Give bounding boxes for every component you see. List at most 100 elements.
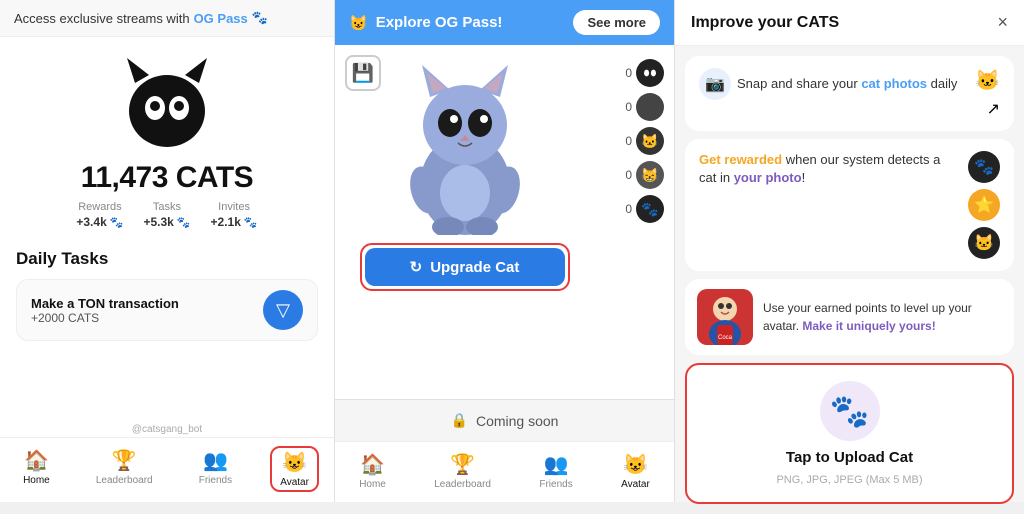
upgrade-btn-wrap: ↻ Upgrade Cat bbox=[360, 243, 570, 291]
rewarded-icons: 🐾 ⭐ 🐱 bbox=[968, 151, 1000, 259]
cat-item-3: 0 😸 bbox=[594, 161, 664, 189]
stat-invites-value: +2.1k 🐾 bbox=[211, 215, 258, 229]
cat-face-icon: 🐱 bbox=[975, 68, 1000, 93]
og-header-left: 😺 Explore OG Pass! bbox=[349, 14, 502, 32]
mid-friends-icon: 👥 bbox=[544, 452, 569, 477]
home-icon: 🏠 bbox=[24, 448, 49, 473]
mid-content: 💾 bbox=[335, 45, 674, 399]
mid-nav-friends-label: Friends bbox=[539, 479, 572, 490]
stat-invites: Invites +2.1k 🐾 bbox=[211, 201, 258, 229]
og-banner: Access exclusive streams with OG Pass 🐾 bbox=[0, 0, 334, 37]
mid-nav-leaderboard[interactable]: 🏆 Leaderboard bbox=[426, 450, 499, 492]
cat-main-section: 11,473 CATS Rewards +3.4k 🐾 Tasks +5.3k … bbox=[0, 37, 334, 237]
stat-rewards-label: Rewards bbox=[78, 201, 121, 213]
cat-item-count-2: 0 bbox=[625, 134, 632, 148]
close-button[interactable]: × bbox=[997, 12, 1008, 33]
coming-soon-text: Coming soon bbox=[476, 413, 559, 429]
get-rewarded-content: Get rewarded when our system detects a c… bbox=[699, 151, 958, 187]
snap-share-text: Snap and share your cat photos daily bbox=[737, 75, 965, 93]
cat-item-4: 0 🐾 bbox=[594, 195, 664, 223]
paw-upload-icon: 🐾 bbox=[830, 392, 870, 430]
task-reward: +2000 CATS bbox=[31, 311, 179, 325]
snap-share-content: 📷 Snap and share your cat photos daily bbox=[699, 68, 965, 100]
right-cards: 📷 Snap and share your cat photos daily 🐱… bbox=[675, 46, 1024, 514]
cat-item-count-0: 0 bbox=[625, 66, 632, 80]
rewards-icon: 🐾 bbox=[110, 216, 124, 229]
cat-item-icon-1 bbox=[636, 93, 664, 121]
og-header-title: Explore OG Pass! bbox=[376, 14, 503, 31]
og-header: 😺 Explore OG Pass! See more bbox=[335, 0, 674, 45]
stat-invites-label: Invites bbox=[218, 201, 250, 213]
stat-rewards: Rewards +3.4k 🐾 bbox=[76, 201, 123, 229]
nav-leaderboard[interactable]: 🏆 Leaderboard bbox=[88, 446, 161, 492]
upload-paw-icon: 🐾 bbox=[820, 381, 880, 441]
cats-count: 11,473 CATS bbox=[81, 161, 253, 195]
right-panel: Improve your CATS × 📷 Snap and share you… bbox=[675, 0, 1024, 502]
task-title: Make a TON transaction bbox=[31, 296, 179, 311]
get-rewarded-text: Get rewarded when our system detects a c… bbox=[699, 151, 958, 187]
cat-item-icon-0 bbox=[636, 59, 664, 87]
upload-subtitle: PNG, JPG, JPEG (Max 5 MB) bbox=[776, 474, 922, 486]
cat-items-list: 0 0 bbox=[594, 55, 664, 389]
avatar-icon: 😺 bbox=[282, 450, 307, 475]
task-card: Make a TON transaction +2000 CATS ▽ bbox=[16, 279, 318, 341]
daily-tasks-heading: Daily Tasks bbox=[0, 237, 334, 275]
cat-dark-icon: 🐱 bbox=[968, 227, 1000, 259]
invites-icon: 🐾 bbox=[244, 216, 258, 229]
mid-nav-leaderboard-label: Leaderboard bbox=[434, 479, 491, 490]
stats-row: Rewards +3.4k 🐾 Tasks +5.3k 🐾 Invites +2… bbox=[76, 201, 257, 229]
mid-nav-friends[interactable]: 👥 Friends bbox=[531, 450, 580, 492]
mid-home-icon: 🏠 bbox=[360, 452, 385, 477]
stat-tasks: Tasks +5.3k 🐾 bbox=[143, 201, 190, 229]
see-more-button[interactable]: See more bbox=[573, 10, 660, 35]
snap-share-card: 📷 Snap and share your cat photos daily 🐱… bbox=[685, 56, 1014, 131]
cat-item-1: 0 bbox=[594, 93, 664, 121]
cat-item-icon-4: 🐾 bbox=[636, 195, 664, 223]
friends-icon: 👥 bbox=[203, 448, 228, 473]
upgrade-icon: ↻ bbox=[410, 258, 423, 276]
mid-avatar-icon: 😺 bbox=[623, 452, 648, 477]
cat-item-count-3: 0 bbox=[625, 168, 632, 182]
og-pass-link[interactable]: OG Pass bbox=[194, 11, 248, 26]
cat-emoji-icon: 😺 bbox=[349, 14, 368, 32]
task-action-button[interactable]: ▽ bbox=[263, 290, 303, 330]
upload-card[interactable]: 🐾 Tap to Upload Cat PNG, JPG, JPEG (Max … bbox=[685, 363, 1014, 504]
cat-item-0: 0 bbox=[594, 59, 664, 87]
get-rewarded-card: Get rewarded when our system detects a c… bbox=[685, 139, 1014, 271]
nav-avatar[interactable]: 😺 Avatar bbox=[270, 446, 319, 492]
nav-avatar-label: Avatar bbox=[280, 477, 309, 488]
mid-nav-avatar-label: Avatar bbox=[621, 479, 650, 490]
nav-friends-label: Friends bbox=[199, 475, 232, 486]
left-bottom-nav: 🏠 Home 🏆 Leaderboard 👥 Friends 😺 Avatar bbox=[0, 437, 334, 502]
nav-home[interactable]: 🏠 Home bbox=[15, 446, 58, 492]
mid-panel: 😺 Explore OG Pass! See more 💾 bbox=[335, 0, 675, 502]
mid-bottom-nav: 🏠 Home 🏆 Leaderboard 👥 Friends 😺 Avatar bbox=[335, 441, 674, 502]
snap-share-icons: 🐱 ↗ bbox=[975, 68, 1000, 119]
save-icon[interactable]: 💾 bbox=[345, 55, 381, 91]
upload-title: Tap to Upload Cat bbox=[786, 449, 913, 466]
star-orange-icon: ⭐ bbox=[968, 189, 1000, 221]
cat-avatar bbox=[117, 53, 217, 153]
share-icon: ↗ bbox=[987, 99, 1000, 119]
right-title: Improve your CATS bbox=[691, 14, 839, 32]
avatar-thumbnail: Coca bbox=[697, 289, 753, 345]
cat-figure bbox=[400, 55, 530, 235]
camera-icon: 📷 bbox=[699, 68, 731, 100]
right-header: Improve your CATS × bbox=[675, 0, 1024, 46]
nav-home-label: Home bbox=[23, 475, 50, 486]
mid-leaderboard-icon: 🏆 bbox=[450, 452, 475, 477]
cat-item-icon-3: 😸 bbox=[636, 161, 664, 189]
upgrade-cat-button[interactable]: ↻ Upgrade Cat bbox=[365, 248, 565, 286]
mid-nav-home-label: Home bbox=[359, 479, 386, 490]
account-tag: @catsgang_bot bbox=[0, 424, 334, 437]
mid-nav-avatar[interactable]: 😺 Avatar bbox=[613, 450, 658, 492]
upgrade-label: Upgrade Cat bbox=[430, 259, 519, 276]
cat-display: 💾 bbox=[345, 55, 584, 389]
paw-dark-icon: 🐾 bbox=[968, 151, 1000, 183]
nav-leaderboard-label: Leaderboard bbox=[96, 475, 153, 486]
nav-friends[interactable]: 👥 Friends bbox=[191, 446, 240, 492]
avatar-card-text: Use your earned points to level up your … bbox=[763, 299, 1002, 335]
og-banner-text: Access exclusive streams with bbox=[14, 11, 190, 26]
mid-nav-home[interactable]: 🏠 Home bbox=[351, 450, 394, 492]
paw-icon: 🐾 bbox=[252, 10, 268, 26]
